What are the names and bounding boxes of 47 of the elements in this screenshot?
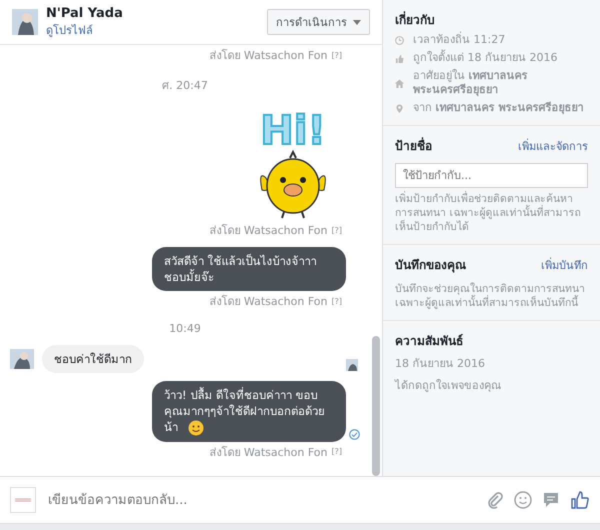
- page-logo-icon: [10, 487, 36, 513]
- view-profile-link[interactable]: ดูโปรไฟล์: [46, 20, 259, 38]
- reply-composer[interactable]: เขียนข้อความตอบกลับ...: [0, 476, 600, 524]
- caret-icon: [353, 20, 361, 24]
- section-title: ป้ายชื่อ: [395, 136, 432, 155]
- help-link[interactable]: [?]: [332, 296, 342, 306]
- chick-sticker-drawing: Hi!: [254, 100, 332, 220]
- avatar-icon: [10, 349, 34, 369]
- paperclip-icon[interactable]: [486, 491, 504, 509]
- smiley-icon[interactable]: [514, 491, 532, 509]
- like-icon[interactable]: [570, 490, 590, 510]
- section-title: เกี่ยวกับ: [395, 10, 436, 29]
- about-detail: อาศัยอยู่ใน เทศบาลนคร พระนครศรีอยุธยา: [413, 69, 528, 97]
- contact-name: N'Pal Yada: [46, 6, 124, 20]
- section-description: บันทึกจะช่วยคุณในการติดตามการสนทนา เฉพาะผู้ดูแลเท่านั้นที่สามารถเห็นบันทึกนี้: [395, 282, 586, 310]
- outgoing-message: ว้าว! ปลื้ม ดีใจที่ชอบค่าาา ขอบคุณมากๆๆจ้าใช้ดีฝากบอกต่อด้วยน้า: [152, 381, 346, 442]
- about-detail: จาก เทศบาลนคร พระนครศรีอยุธยา: [413, 101, 584, 115]
- avatar-icon: [12, 9, 38, 35]
- about-detail: เวลาท้องถิ่น 11:27: [413, 33, 506, 47]
- clock-icon: [395, 36, 404, 44]
- about-detail: ถูกใจตั้งแต่ 18 กันยายน 2016: [413, 51, 558, 65]
- relationship-date: 18 กันยายน 2016: [395, 356, 486, 372]
- relationship-detail: ได้กดถูกใจเพจของคุณ: [395, 378, 502, 394]
- outgoing-message: สวัสดีจ้า ใช้แล้วเป็นไงบ้างจ้าาา ชอบมั้ยจ๊ะ: [152, 247, 346, 291]
- manage-labels-link[interactable]: เพิ่มและจัดการ: [518, 136, 588, 154]
- timestamp: 10:49: [169, 322, 201, 335]
- section-title: ความสัมพันธ์: [395, 333, 464, 350]
- sender-note: ส่งโดย Watsachon Fon: [209, 223, 328, 239]
- scrollbar-thumb[interactable]: [372, 336, 380, 476]
- house-icon: [395, 78, 404, 88]
- sender-note: ส่งโดย Watsachon Fon: [209, 48, 328, 64]
- help-link[interactable]: [?]: [332, 447, 342, 456]
- section-description: เพิ่มป้ายกำกับเพื่อช่วยติดตามและค้นหาการสนทนา เฉพาะผู้ดูแลเท่านั้นที่สามารถเห็นป้ายกำกับได้: [395, 192, 582, 234]
- add-note-link[interactable]: เพิ่มบันทึก: [541, 256, 588, 274]
- sticker-icon[interactable]: [542, 491, 560, 509]
- label-input-field[interactable]: ใช้ป้ายกำกับ...: [395, 163, 588, 188]
- thumbs-up-icon: [395, 54, 404, 62]
- smiley-icon: [188, 420, 204, 436]
- incoming-message: ชอบค่าใช้ดีมาก: [42, 345, 144, 373]
- sender-note: ส่งโดย Watsachon Fon: [209, 294, 328, 310]
- help-link[interactable]: [?]: [332, 226, 342, 234]
- timestamp: ศ. 20:47: [162, 79, 208, 92]
- actions-button[interactable]: การดำเนินการ: [267, 9, 370, 35]
- help-link[interactable]: [?]: [332, 50, 342, 60]
- sender-note: ส่งโดย Watsachon Fon: [209, 444, 328, 461]
- location-pin-icon: [395, 104, 404, 112]
- section-title: บันทึกของคุณ: [395, 257, 466, 274]
